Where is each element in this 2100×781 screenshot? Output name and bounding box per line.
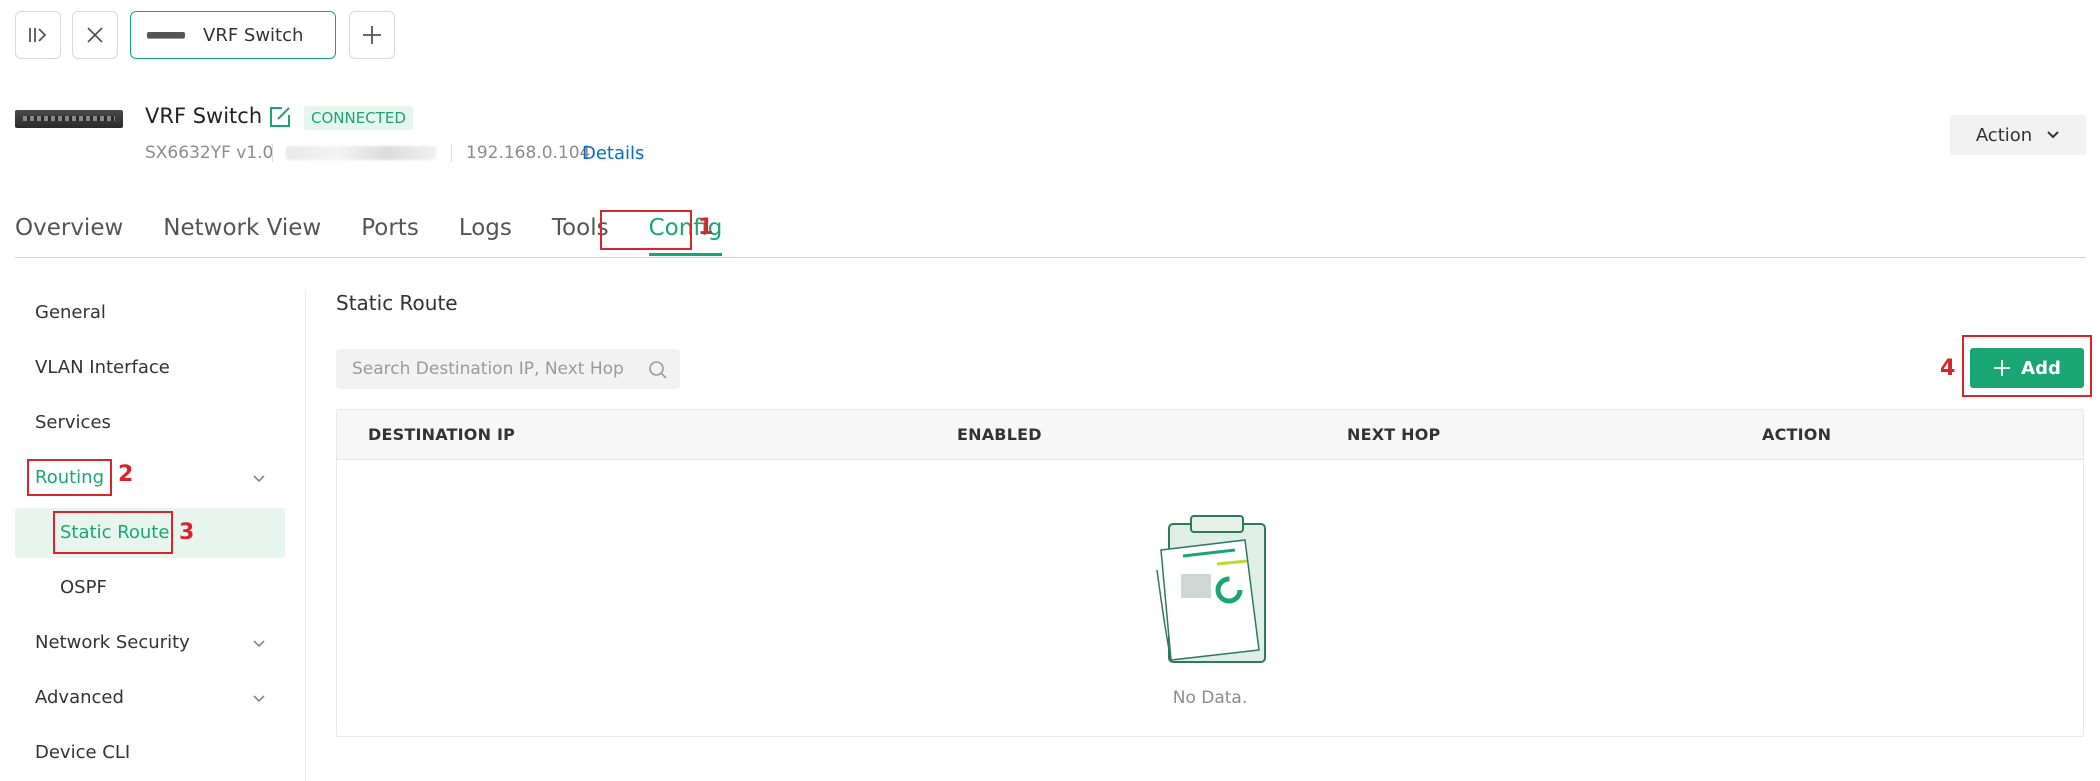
table-header: DESTINATION IP ENABLED NEXT HOP ACTION (337, 410, 2083, 460)
device-model: SX6632YF v1.0 (145, 143, 274, 163)
column-action: ACTION (1762, 425, 1832, 444)
tab-overview[interactable]: Overview (15, 215, 123, 253)
meta-divider (272, 144, 273, 162)
sidebar-item-device-cli[interactable]: Device CLI (35, 742, 130, 763)
close-button[interactable] (72, 11, 118, 59)
edit-icon[interactable] (268, 105, 292, 133)
device-name: VRF Switch (145, 104, 263, 128)
device-tab[interactable]: VRF Switch (130, 11, 336, 59)
search-icon[interactable] (648, 360, 668, 380)
sidebar-divider (305, 290, 306, 781)
search-input[interactable] (352, 359, 632, 379)
sidebar-item-ospf[interactable]: OSPF (60, 577, 107, 598)
empty-state-text: No Data. (1172, 688, 1248, 708)
sidebar-item-vlan-interface[interactable]: VLAN Interface (35, 357, 170, 378)
sidebar-item-network-security[interactable]: Network Security (35, 632, 190, 653)
add-tab-button[interactable] (349, 11, 395, 59)
tab-network-view[interactable]: Network View (163, 215, 321, 253)
annotation-number: 2 (118, 462, 134, 487)
action-button[interactable]: Action (1950, 115, 2086, 155)
close-icon (87, 27, 103, 43)
sidebar-item-advanced[interactable]: Advanced (35, 687, 124, 708)
sidebar-item-services[interactable]: Services (35, 412, 111, 433)
column-enabled: ENABLED (957, 425, 1042, 444)
details-link[interactable]: Details (582, 143, 644, 164)
column-next-hop: NEXT HOP (1347, 425, 1441, 444)
annotation-box-add (1962, 335, 2092, 397)
chevron-up-icon[interactable] (252, 473, 266, 483)
status-badge: CONNECTED (304, 106, 413, 130)
search-field (336, 349, 680, 389)
tab-logs[interactable]: Logs (459, 215, 512, 253)
toggle-sidebar-button[interactable] (15, 11, 61, 59)
device-image (15, 110, 123, 128)
empty-clipboard-icon (1156, 515, 1266, 663)
action-button-label: Action (1975, 124, 2033, 146)
annotation-box-routing (27, 459, 112, 496)
annotation-number: 1 (698, 215, 714, 240)
sidebar-expand-icon (29, 28, 47, 42)
tabs-divider (15, 257, 2085, 258)
annotation-box-config (600, 210, 692, 250)
plus-icon (363, 26, 381, 44)
annotation-box-static-route (53, 511, 173, 554)
switch-icon (147, 32, 185, 38)
chevron-down-icon[interactable] (252, 638, 266, 648)
device-tab-label: VRF Switch (203, 24, 304, 46)
sidebar-item-general[interactable]: General (35, 302, 106, 323)
chevron-down-icon (2047, 131, 2059, 139)
annotation-number: 4 (1940, 356, 1956, 381)
tab-ports[interactable]: Ports (361, 215, 419, 253)
chevron-down-icon[interactable] (252, 693, 266, 703)
page-title: Static Route (336, 291, 458, 315)
redacted-mac (286, 146, 436, 160)
column-destination-ip: DESTINATION IP (368, 425, 516, 444)
annotation-number: 3 (179, 520, 195, 545)
static-route-table: DESTINATION IP ENABLED NEXT HOP ACTION N… (336, 409, 2084, 737)
device-ip: 192.168.0.104 (466, 143, 591, 163)
meta-divider (451, 144, 452, 162)
